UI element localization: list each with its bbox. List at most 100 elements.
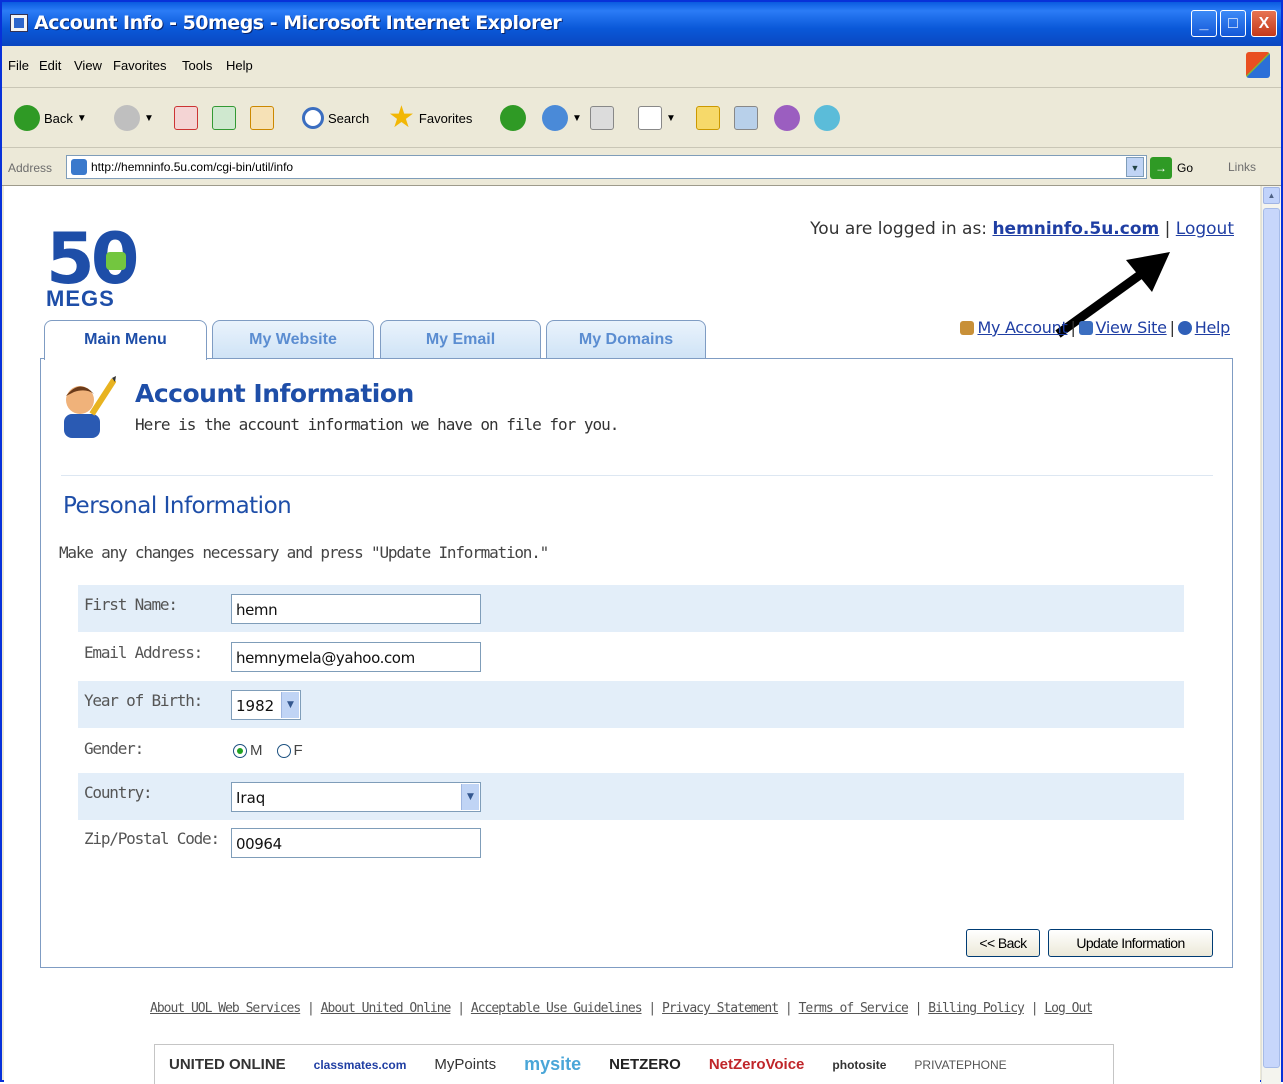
tab-my-website[interactable]: My Website xyxy=(212,320,374,358)
back-button[interactable]: << Back xyxy=(966,929,1040,957)
gender-label: Gender: xyxy=(84,739,144,758)
menu-favorites[interactable]: Favorites xyxy=(113,58,166,73)
search-button[interactable]: Search xyxy=(302,102,369,134)
discuss-button[interactable] xyxy=(696,102,720,134)
refresh-icon xyxy=(212,106,236,130)
contacts-button[interactable] xyxy=(814,102,840,134)
section-title: Personal Information xyxy=(63,493,292,519)
account-info-panel: Account Information Here is the account … xyxy=(40,358,1233,968)
footer-link-about-uol[interactable]: About UOL Web Services xyxy=(150,1001,301,1016)
username-link[interactable]: hemninfo.5u.com xyxy=(992,219,1159,239)
menu-edit[interactable]: Edit xyxy=(39,58,61,73)
research-button[interactable] xyxy=(734,102,758,134)
address-label: Address xyxy=(8,161,53,175)
help-link[interactable]: Help xyxy=(1195,318,1231,337)
address-input[interactable]: http://hemninfo.5u.com/cgi-bin/util/info xyxy=(66,155,1147,179)
history-button[interactable] xyxy=(500,102,526,134)
go-arrow-icon: → xyxy=(1150,157,1172,179)
page-title: Account Information xyxy=(135,379,414,408)
gender-f-radio[interactable] xyxy=(276,743,291,758)
footer-link-terms[interactable]: Terms of Service xyxy=(799,1001,909,1016)
chevron-down-icon: ▼ xyxy=(281,692,299,718)
print-icon xyxy=(590,106,614,130)
tab-my-domains[interactable]: My Domains xyxy=(546,320,706,358)
footer-links: About UOL Web Services | About United On… xyxy=(150,1001,1093,1016)
vertical-scrollbar[interactable]: ▲ xyxy=(1261,186,1281,1084)
footer-link-about-united-online[interactable]: About United Online xyxy=(321,1001,452,1016)
form-row-gender: Gender: M F xyxy=(78,729,1184,776)
logo-green-dot xyxy=(106,252,126,270)
scrollbar-thumb[interactable] xyxy=(1263,208,1280,1068)
ie-page-icon xyxy=(10,14,28,32)
title-bar[interactable]: Account Info - 50megs - Microsoft Intern… xyxy=(2,2,1281,46)
address-dropdown-arrow-icon[interactable]: ▼ xyxy=(1126,157,1144,177)
help-icon xyxy=(1177,320,1192,335)
maximize-button[interactable]: □ xyxy=(1220,10,1246,37)
login-status: You are logged in as: hemninfo.5u.com | … xyxy=(810,219,1234,239)
form-row-email: Email Address: hemnymela@yahoo.com xyxy=(78,633,1184,680)
footer-link-privacy[interactable]: Privacy Statement xyxy=(662,1001,779,1016)
menu-tools[interactable]: Tools xyxy=(182,58,212,73)
email-input[interactable]: hemnymela@yahoo.com xyxy=(231,642,481,672)
view-site-icon xyxy=(1078,320,1093,335)
back-button[interactable]: Back ▼ xyxy=(14,102,87,134)
close-button[interactable]: X xyxy=(1251,10,1277,37)
brand-mysite[interactable]: mysite xyxy=(524,1054,581,1075)
mail-icon xyxy=(542,105,568,131)
gender-m-radio[interactable] xyxy=(233,743,247,758)
year-of-birth-label: Year of Birth: xyxy=(84,691,203,710)
menu-file[interactable]: File xyxy=(8,58,29,73)
edit-button[interactable]: ▼ xyxy=(638,102,676,134)
form-row-country: Country: Iraq ▼ xyxy=(78,773,1184,820)
messenger-icon xyxy=(774,105,800,131)
gender-options: M F xyxy=(233,742,303,759)
links-toolbar-label[interactable]: Links xyxy=(1228,160,1256,174)
country-label: Country: xyxy=(84,783,153,802)
menu-bar: File Edit View Favorites Tools Help xyxy=(2,46,1281,88)
user-icon xyxy=(960,320,975,335)
scroll-up-arrow-icon[interactable]: ▲ xyxy=(1263,187,1280,204)
brand-netzero-voice[interactable]: NetZeroVoice xyxy=(709,1056,805,1073)
stop-button[interactable] xyxy=(174,102,198,134)
footer-link-acceptable-use[interactable]: Acceptable Use Guidelines xyxy=(471,1001,643,1016)
brand-netzero[interactable]: NETZERO xyxy=(609,1056,681,1073)
print-button[interactable] xyxy=(590,102,614,134)
footer-link-billing[interactable]: Billing Policy xyxy=(928,1001,1025,1016)
home-icon xyxy=(250,106,274,130)
menu-help[interactable]: Help xyxy=(226,58,253,73)
tab-main-menu[interactable]: Main Menu xyxy=(44,320,207,360)
my-account-link[interactable]: My Account xyxy=(977,318,1067,337)
brand-privatephone[interactable]: PRIVATEPHONE xyxy=(914,1058,1006,1072)
home-button[interactable] xyxy=(250,102,274,134)
zip-input[interactable]: 00964 xyxy=(231,828,481,858)
tab-my-email[interactable]: My Email xyxy=(380,320,541,358)
brand-classmates[interactable]: classmates.com xyxy=(314,1058,407,1072)
50megs-logo[interactable]: 50 MEGS xyxy=(46,224,146,311)
logout-link[interactable]: Logout xyxy=(1176,219,1234,239)
favorites-button[interactable]: ★ Favorites xyxy=(388,102,472,134)
footer-link-logout[interactable]: Log Out xyxy=(1044,1001,1093,1016)
page-subtitle: Here is the account information we have … xyxy=(135,415,619,434)
brand-united-online[interactable]: UNITED ONLINE xyxy=(169,1056,286,1073)
refresh-button[interactable] xyxy=(212,102,236,134)
year-of-birth-select[interactable]: 1982 ▼ xyxy=(231,690,301,720)
first-name-input[interactable]: hemn xyxy=(231,594,481,624)
brand-photosite[interactable]: photosite xyxy=(832,1058,886,1072)
country-select[interactable]: Iraq ▼ xyxy=(231,782,481,812)
edit-icon xyxy=(638,106,662,130)
mail-button[interactable]: ▼ xyxy=(542,102,582,134)
minimize-button[interactable]: _ xyxy=(1191,10,1217,37)
messenger-button[interactable] xyxy=(774,102,800,134)
account-links: My Account | View Site | Help xyxy=(960,318,1230,337)
menu-view[interactable]: View xyxy=(74,58,102,73)
star-icon: ★ xyxy=(388,101,415,134)
forward-button[interactable]: ▼ xyxy=(114,102,154,134)
chevron-down-icon: ▼ xyxy=(461,784,479,810)
dropdown-arrow-icon: ▼ xyxy=(572,112,582,124)
brand-mypoints[interactable]: MyPoints xyxy=(434,1056,496,1073)
go-button[interactable]: → Go xyxy=(1150,156,1210,180)
update-information-button[interactable]: Update Information xyxy=(1048,929,1213,957)
contacts-icon xyxy=(814,105,840,131)
view-site-link[interactable]: View Site xyxy=(1096,318,1167,337)
partner-brands-bar: UNITED ONLINE classmates.com MyPoints my… xyxy=(154,1044,1114,1084)
